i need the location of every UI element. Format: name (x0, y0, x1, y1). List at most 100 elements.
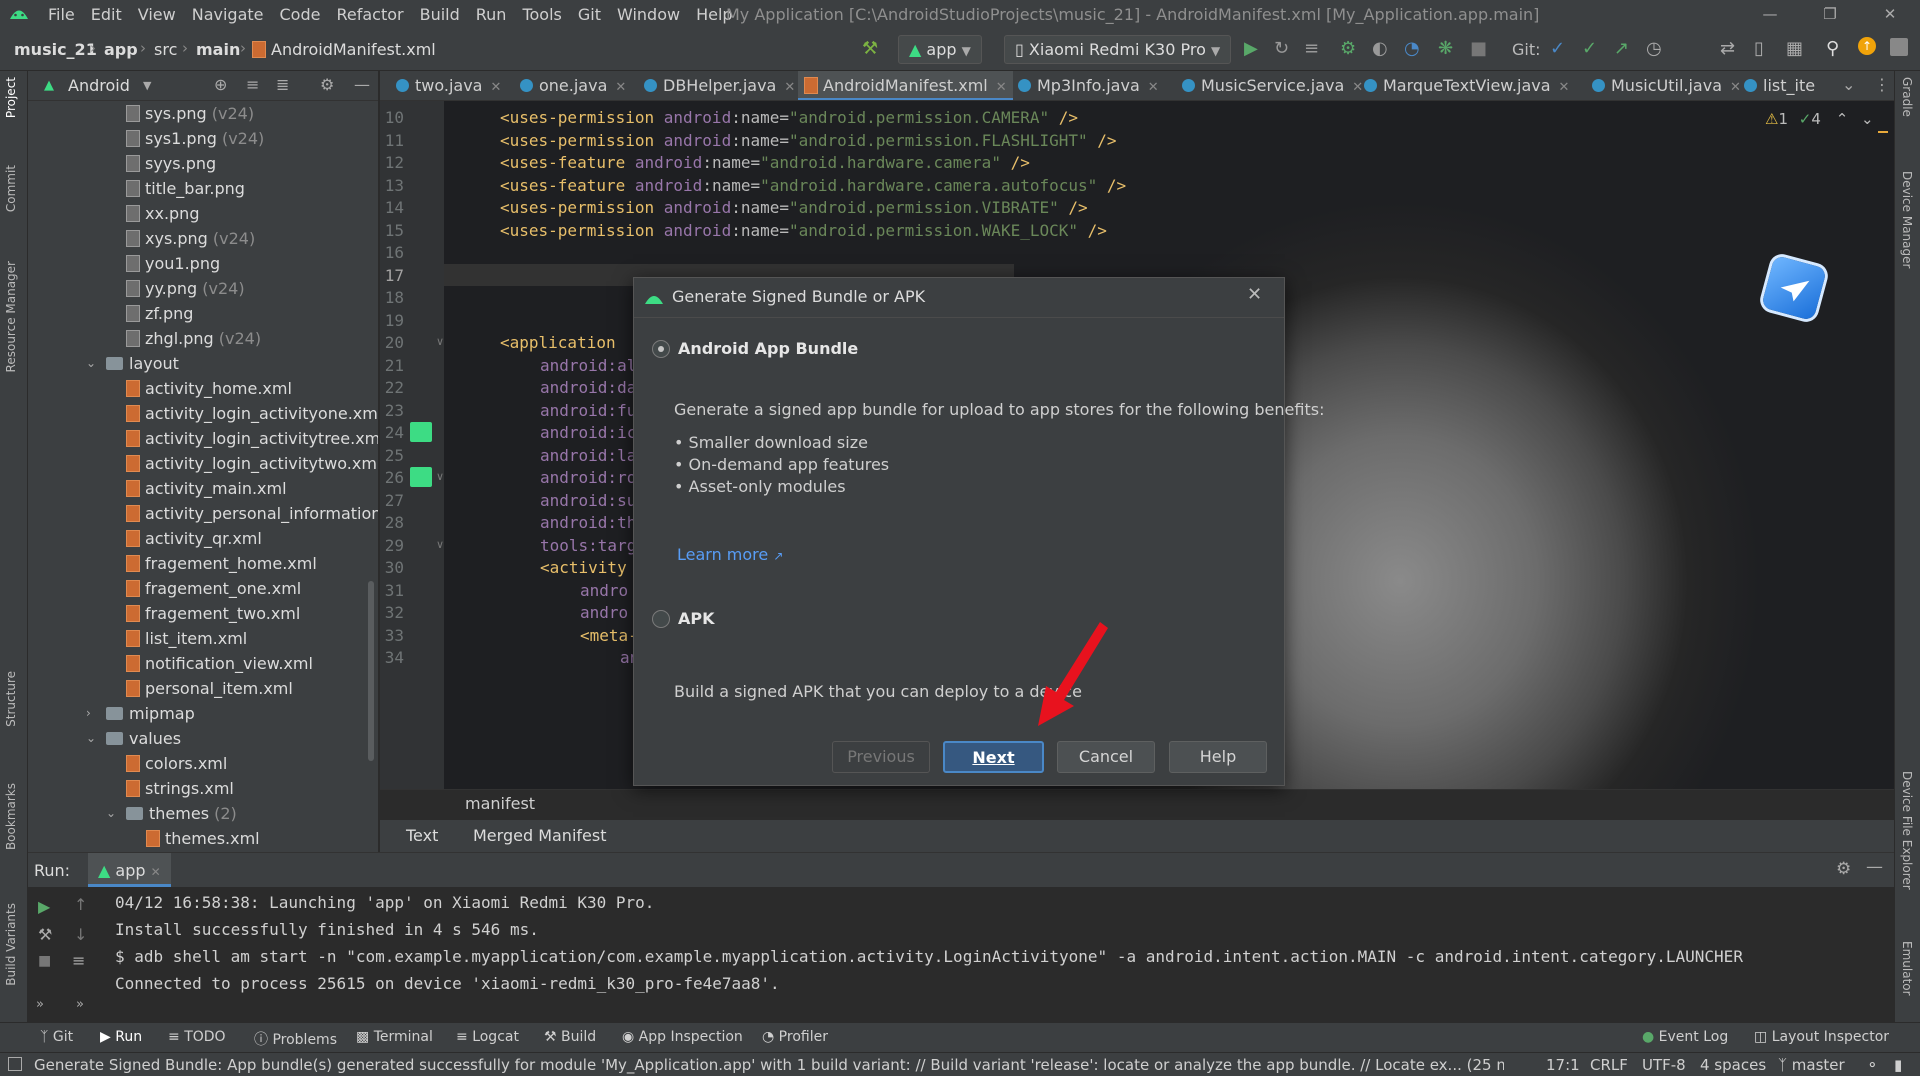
apply-code-changes-icon[interactable]: ≡ (1304, 38, 1319, 59)
restore-icon[interactable]: ❐ (1800, 0, 1860, 29)
help-button[interactable]: Help (1169, 741, 1267, 773)
device-manager-icon[interactable]: ▯ (1754, 38, 1764, 59)
menu-code[interactable]: Code (272, 0, 329, 29)
gear-icon[interactable]: ⚙ (1836, 859, 1851, 879)
build-hammer-icon[interactable]: ⚒ (862, 38, 878, 59)
tool-tab-resource-manager[interactable]: Resource Manager (4, 261, 18, 372)
toolwindow-build[interactable]: ⚒ Build (544, 1029, 596, 1045)
stop-icon[interactable]: ■ (38, 953, 51, 969)
tree-file[interactable]: activity_qr.xml (126, 526, 262, 551)
editor-tab[interactable]: DBHelper.java ✕ (638, 71, 801, 100)
tree-file[interactable]: activity_login_activityone.xml (126, 401, 378, 426)
app-bundle-option-label[interactable]: Android App Bundle (678, 339, 858, 358)
menu-refactor[interactable]: Refactor (328, 0, 411, 29)
breadcrumb-module[interactable]: app (104, 40, 138, 59)
close-tab-icon[interactable]: ✕ (784, 80, 795, 95)
rerun-icon[interactable]: ▶ (38, 897, 50, 916)
hide-panel-icon[interactable]: — (354, 75, 370, 94)
tree-scrollbar[interactable] (368, 581, 374, 761)
editor-tab[interactable]: MusicUtil.java ✕ (1586, 71, 1747, 100)
file-encoding[interactable]: UTF-8 (1642, 1056, 1686, 1074)
chevron-down-icon[interactable]: ⌄ (86, 726, 96, 751)
android-gutter-icon[interactable] (410, 422, 432, 442)
fold-marker-icon[interactable]: ∨ (436, 335, 444, 348)
breadcrumb-file[interactable]: AndroidManifest.xml (252, 40, 436, 59)
menu-run[interactable]: Run (468, 0, 515, 29)
caret-position[interactable]: 17:1 (1546, 1056, 1580, 1074)
update-available-icon[interactable]: ↑ (1858, 37, 1876, 55)
tree-file[interactable]: activity_personal_information.xr (126, 501, 378, 526)
tool-tab-project[interactable]: Project (4, 77, 18, 118)
close-tab-icon[interactable]: ✕ (490, 80, 501, 95)
learn-more-link[interactable]: Learn more ↗ (677, 545, 783, 564)
search-icon[interactable]: ⚲ (1826, 38, 1839, 59)
close-tab-icon[interactable]: ✕ (615, 80, 626, 95)
apk-radio[interactable] (652, 610, 670, 628)
fold-marker-icon[interactable]: ∨ (436, 538, 444, 551)
tree-file[interactable]: personal_item.xml (126, 676, 293, 701)
menu-build[interactable]: Build (412, 0, 468, 29)
wrench-icon[interactable]: ⚒ (38, 925, 52, 944)
tree-file[interactable]: activity_login_activitytwo.xml (126, 451, 378, 476)
tool-tab-device-manager[interactable]: Device Manager (1900, 171, 1914, 268)
tree-file[interactable]: notification_view.xml (126, 651, 313, 676)
chevron-down-icon[interactable]: ⌄ (86, 351, 96, 376)
collapse-all-icon[interactable]: ≣ (276, 75, 289, 94)
tool-tab-commit[interactable]: Commit (4, 165, 18, 212)
editor-tab[interactable]: AndroidManifest.xml ✕ (798, 71, 1013, 100)
stop-icon[interactable]: ■ (1470, 38, 1487, 59)
close-icon[interactable]: ✕ (1247, 284, 1262, 305)
tree-folder[interactable]: ⌄ themes (2) (106, 801, 237, 826)
toolwindow-run[interactable]: ▶ Run (100, 1029, 142, 1045)
run-configuration-selector[interactable]: ▲ app ▼ (898, 35, 982, 64)
tree-file[interactable]: sys1.png (v24) (126, 126, 264, 151)
soft-wrap-icon[interactable]: ≡ (72, 951, 85, 970)
chevron-down-icon[interactable]: ⌄ (106, 801, 116, 826)
sync-gradle-icon[interactable]: ⇄ (1720, 38, 1735, 59)
toolwindow-todo[interactable]: ≡ TODO (168, 1029, 226, 1045)
tree-file[interactable]: fragement_two.xml (126, 601, 300, 626)
editor-breadcrumb[interactable]: manifest (465, 794, 535, 813)
user-avatar-icon[interactable] (1890, 38, 1908, 56)
debug-icon[interactable]: ⚙ (1340, 38, 1356, 59)
tree-file[interactable]: colors.xml (126, 751, 227, 776)
chevron-down-icon[interactable]: ⌄ (1861, 110, 1874, 128)
menu-window[interactable]: Window (609, 0, 688, 29)
tree-file[interactable]: zhgl.png (v24) (126, 326, 261, 351)
minimize-icon[interactable]: — (1740, 0, 1800, 29)
toolwindow-app-inspection[interactable]: ◉ App Inspection (622, 1029, 743, 1045)
tree-file[interactable]: fragement_home.xml (126, 551, 317, 576)
close-tab-icon[interactable]: ✕ (1559, 80, 1570, 95)
editor-tab[interactable]: one.java ✕ (514, 71, 632, 100)
memory-indicator-icon[interactable]: ▮ (1894, 1056, 1902, 1074)
git-push-icon[interactable]: ↗ (1614, 38, 1629, 59)
editor-tab[interactable]: Mp3Info.java ✕ (1012, 71, 1165, 100)
close-window-icon[interactable]: ✕ (1860, 0, 1920, 29)
tree-file[interactable]: syys.png (126, 151, 216, 176)
app-bundle-radio[interactable] (652, 340, 670, 358)
menu-view[interactable]: View (130, 0, 184, 29)
git-update-icon[interactable]: ✓ (1550, 38, 1565, 59)
apply-changes-icon[interactable]: ↻ (1274, 38, 1289, 59)
locate-file-icon[interactable]: ⊕ (214, 75, 227, 94)
run-icon[interactable]: ▶ (1244, 38, 1258, 59)
previous-button[interactable]: Previous (832, 741, 930, 773)
close-icon[interactable]: ✕ (151, 865, 161, 879)
menu-edit[interactable]: Edit (83, 0, 130, 29)
tool-tab-build-variants[interactable]: Build Variants (4, 903, 18, 986)
tree-file[interactable]: you1.png (126, 251, 220, 276)
toolwindow-layout-inspector[interactable]: ◫ Layout Inspector (1754, 1029, 1889, 1045)
apk-option-label[interactable]: APK (678, 609, 715, 628)
breadcrumb-project[interactable]: music_21 (14, 40, 97, 59)
editor-tab[interactable]: MusicService.java ✕ (1176, 71, 1369, 100)
line-separator[interactable]: CRLF (1590, 1056, 1628, 1074)
scroll-up-icon[interactable]: ↑ (74, 895, 87, 914)
tree-file[interactable]: sys.png (v24) (126, 101, 254, 126)
tab-merged-manifest[interactable]: Merged Manifest (473, 826, 606, 845)
more-actions-icon[interactable]: » (36, 997, 44, 1012)
expand-all-icon[interactable]: ≡ (246, 75, 259, 94)
toolwindow-git[interactable]: ᛉ Git (40, 1029, 73, 1045)
tree-file[interactable]: themes.xml (146, 826, 260, 851)
menu-git[interactable]: Git (570, 0, 609, 29)
toolwindow-logcat[interactable]: ≡ Logcat (456, 1029, 519, 1045)
